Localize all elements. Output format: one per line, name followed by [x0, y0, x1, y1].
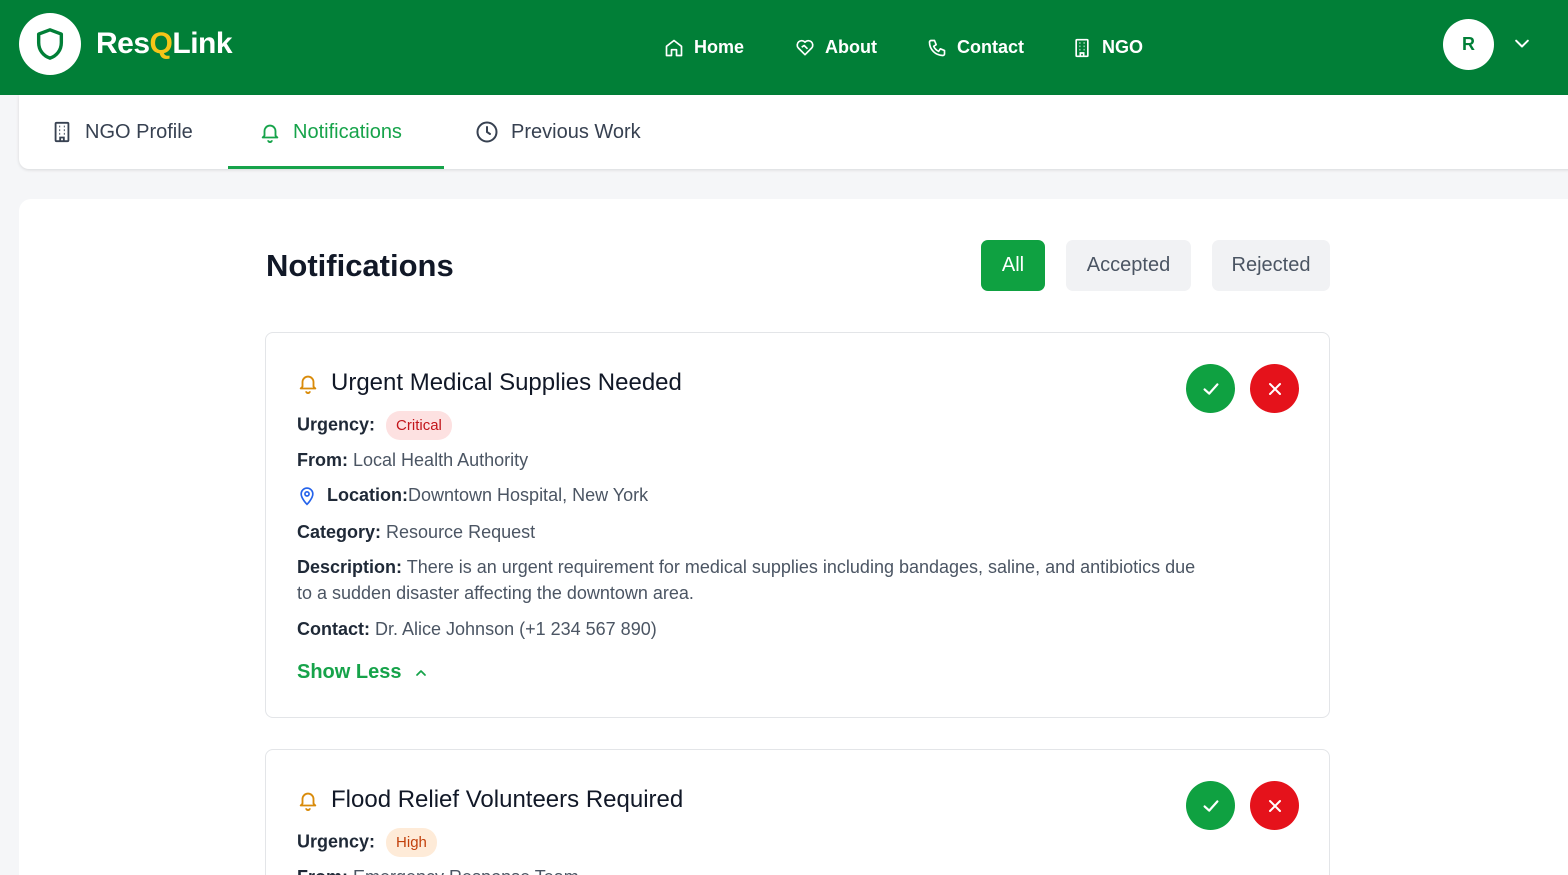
- accept-button[interactable]: [1186, 781, 1235, 830]
- notification-card: Flood Relief Volunteers Required Urgency…: [265, 749, 1330, 875]
- from-label: From:: [297, 450, 348, 470]
- active-tab-indicator: [228, 166, 444, 169]
- shield-icon: [36, 28, 64, 60]
- brand-prefix: Res: [96, 27, 150, 60]
- home-icon: [665, 39, 683, 56]
- nav-contact-label: Contact: [957, 37, 1024, 57]
- reject-button[interactable]: [1250, 781, 1299, 830]
- phone-icon: [928, 39, 946, 56]
- tab-notifications-label: Notifications: [293, 120, 402, 143]
- tab-ngo-profile[interactable]: NGO Profile: [51, 95, 193, 169]
- page-title: Notifications: [266, 248, 454, 283]
- accept-button[interactable]: [1186, 364, 1235, 413]
- brand-name[interactable]: ResQLink: [96, 27, 233, 61]
- notification-card: Urgent Medical Supplies Needed Urgency: …: [265, 332, 1330, 718]
- location-label: Location:: [327, 485, 408, 505]
- section-tabs: NGO Profile Notifications Previous Work: [19, 95, 1568, 169]
- nav-contact[interactable]: Contact: [927, 0, 1024, 95]
- notification-title: Flood Relief Volunteers Required: [297, 786, 683, 814]
- building-icon: [54, 121, 70, 143]
- tab-previous-work-label: Previous Work: [511, 120, 641, 143]
- bell-icon: [299, 792, 317, 811]
- contact-row: Contact: Dr. Alice Johnson (+1 234 567 8…: [297, 619, 657, 640]
- contact-label: Contact:: [297, 619, 370, 639]
- tab-previous-work[interactable]: Previous Work: [475, 95, 641, 169]
- show-less-label: Show Less: [297, 661, 402, 683]
- category-label: Category:: [297, 522, 382, 542]
- filter-accepted-button[interactable]: Accepted: [1066, 240, 1191, 291]
- chevron-down-icon[interactable]: [1512, 34, 1532, 54]
- description-value: There is an urgent requirement for medic…: [297, 557, 1196, 603]
- show-less-link[interactable]: Show Less: [297, 661, 429, 684]
- urgency-badge: High: [386, 828, 437, 857]
- nav-home[interactable]: Home: [664, 0, 744, 95]
- urgency-label: Urgency:: [297, 831, 376, 852]
- urgency-label: Urgency:: [297, 414, 376, 435]
- from-value: Emergency Response Team: [353, 867, 579, 875]
- location-value: Downtown Hospital, New York: [408, 485, 649, 505]
- filter-all-button[interactable]: All: [981, 240, 1045, 291]
- close-icon: [1268, 799, 1281, 812]
- notification-title: Urgent Medical Supplies Needed: [297, 369, 682, 397]
- close-icon: [1268, 382, 1281, 395]
- location-row: Location: Downtown Hospital, New York: [297, 485, 648, 506]
- top-navbar: ResQLink Home About Contact NGO R: [0, 0, 1568, 95]
- tab-notifications[interactable]: Notifications: [259, 95, 402, 169]
- urgency-row: Urgency: Critical: [297, 411, 452, 440]
- contact-value: Dr. Alice Johnson (+1 234 567 890): [375, 619, 657, 639]
- description-row: Description: There is an urgent requirem…: [297, 554, 1197, 606]
- bell-icon: [261, 124, 279, 143]
- map-pin-icon: [300, 486, 314, 506]
- urgency-row: Urgency: High: [297, 828, 437, 857]
- nav-ngo-label: NGO: [1102, 37, 1144, 57]
- tab-ngo-profile-label: NGO Profile: [85, 120, 193, 143]
- nav-home-label: Home: [694, 37, 745, 57]
- notification-title-text: Flood Relief Volunteers Required: [331, 786, 684, 813]
- heart-handshake-icon: [796, 39, 814, 56]
- from-row: From: Local Health Authority: [297, 450, 528, 471]
- from-value: Local Health Authority: [353, 450, 529, 470]
- from-row: From: Emergency Response Team: [297, 867, 579, 875]
- nav-about[interactable]: About: [795, 0, 877, 95]
- logo[interactable]: [19, 13, 81, 75]
- check-icon: [1202, 799, 1219, 812]
- chevron-up-icon: [416, 669, 427, 676]
- description-label: Description:: [297, 557, 403, 577]
- from-label: From:: [297, 867, 348, 875]
- clock-icon: [476, 121, 498, 143]
- category-value: Resource Request: [386, 522, 536, 542]
- filter-rejected-button[interactable]: Rejected: [1212, 240, 1330, 291]
- brand-q: Q: [149, 27, 173, 60]
- nav-about-label: About: [825, 37, 877, 57]
- building-icon: [1075, 38, 1089, 57]
- brand-suffix: Link: [172, 27, 233, 60]
- avatar[interactable]: R: [1443, 19, 1494, 70]
- notification-title-text: Urgent Medical Supplies Needed: [331, 369, 682, 396]
- check-icon: [1202, 382, 1219, 395]
- category-row: Category: Resource Request: [297, 522, 535, 543]
- nav-ngo[interactable]: NGO: [1072, 0, 1143, 95]
- reject-button[interactable]: [1250, 364, 1299, 413]
- bell-icon: [299, 375, 317, 394]
- urgency-badge: Critical: [386, 411, 452, 440]
